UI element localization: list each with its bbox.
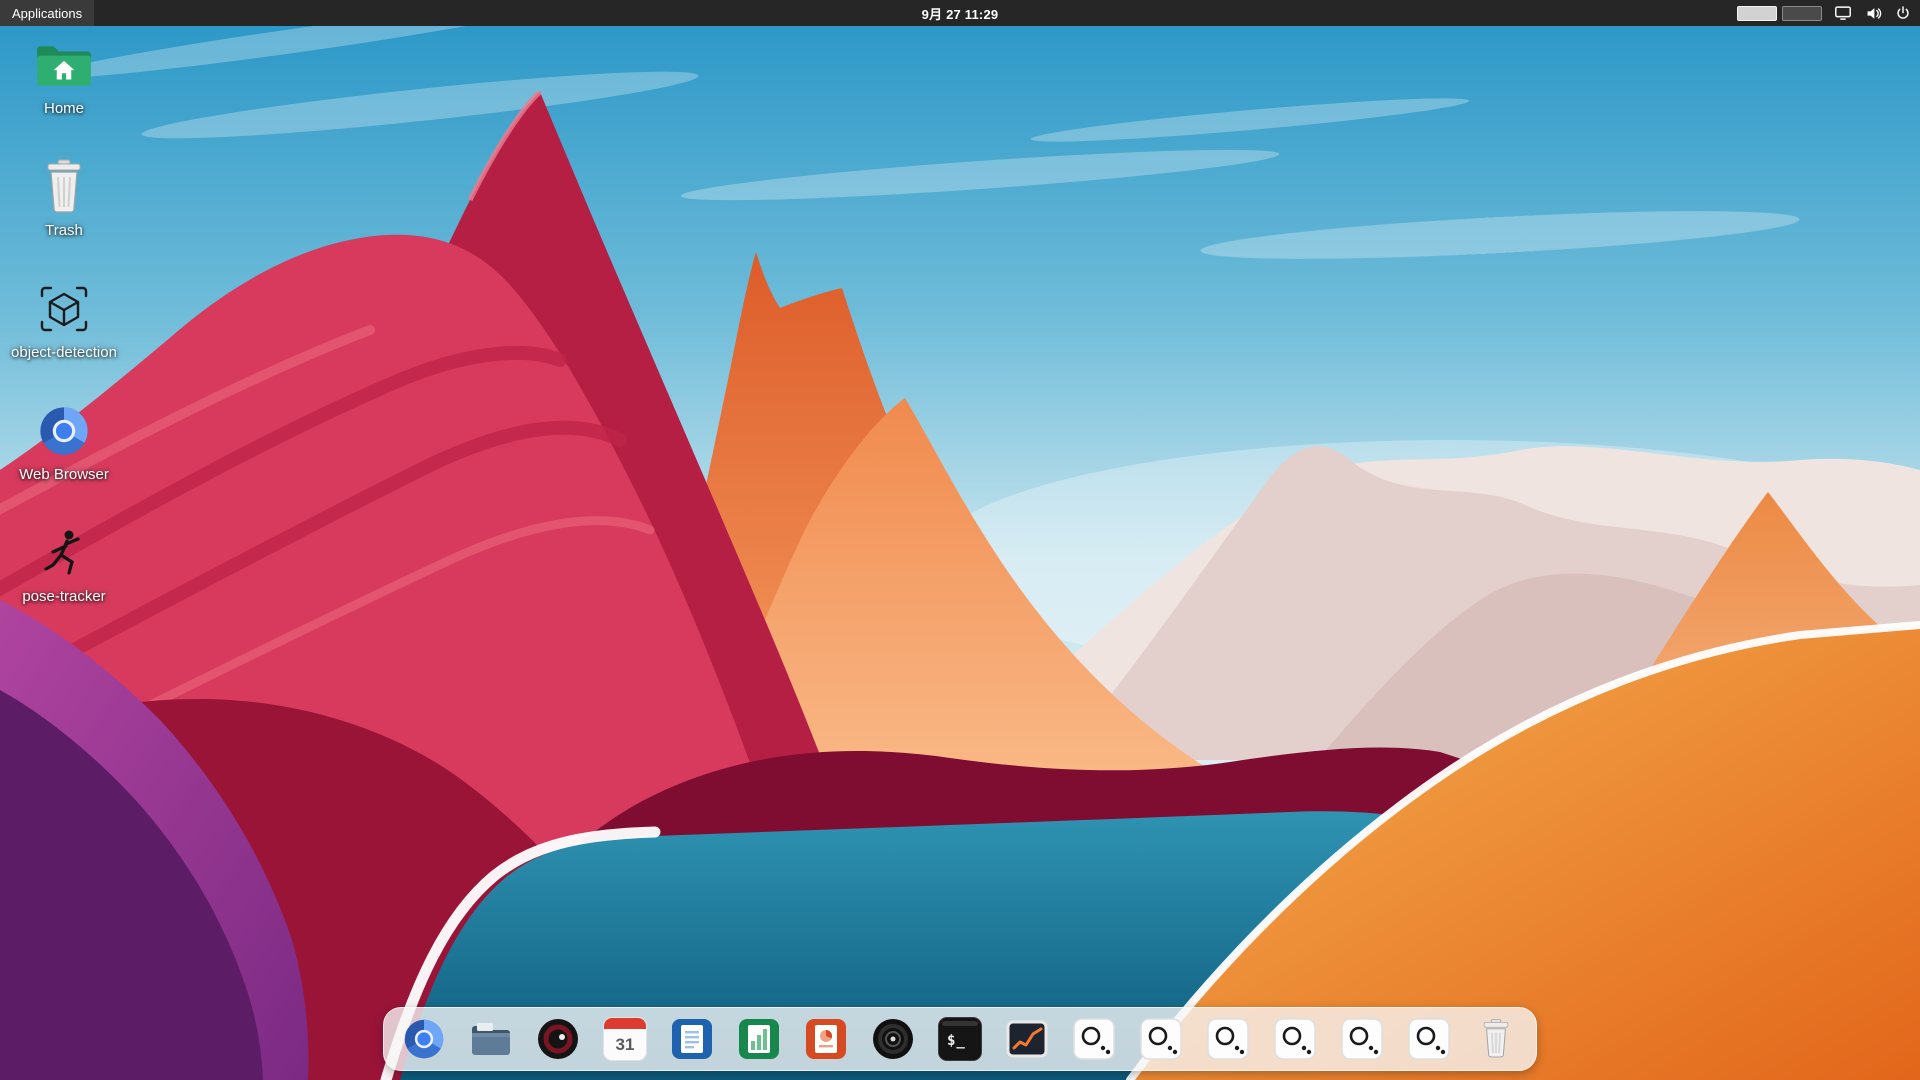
wallpaper — [0, 0, 1920, 1080]
top-panel: Applications 9月 27 11:29 — [0, 0, 1920, 26]
dock: 31 — [383, 1007, 1537, 1071]
dock-item-terminal[interactable]: $_ — [938, 1017, 982, 1061]
dock-item-webapp-5[interactable] — [1340, 1017, 1384, 1061]
volume-icon[interactable] — [1864, 4, 1882, 22]
home-folder-icon — [35, 34, 93, 96]
panel-clock[interactable]: 9月 27 11:29 — [922, 4, 999, 23]
desktop-icon-trash[interactable]: Trash — [4, 156, 124, 239]
dock-item-calendar[interactable]: 31 — [603, 1017, 647, 1061]
desktop-icon-web-browser[interactable]: Web Browser — [4, 400, 124, 483]
terminal-icon: $_ — [938, 1017, 982, 1061]
desktop-icon-label: object-detection — [11, 344, 117, 361]
terminal-prompt: $_ — [947, 1033, 966, 1049]
power-icon[interactable] — [1894, 4, 1912, 22]
desktop-icon-label: Home — [44, 100, 84, 117]
terminal-titlebar — [942, 1021, 978, 1026]
dock-item-webapp-1[interactable] — [1072, 1017, 1116, 1061]
calendar-icon: 31 — [603, 1017, 647, 1061]
dock-item-system-monitor[interactable] — [1005, 1017, 1049, 1061]
desktop-icon-label: Web Browser — [19, 466, 109, 483]
desktop-icon-label: Trash — [45, 222, 83, 239]
dock-item-disc-player[interactable] — [871, 1017, 915, 1061]
calendar-day: 31 — [604, 1029, 646, 1060]
dock-item-webapp-6[interactable] — [1407, 1017, 1451, 1061]
panel-tray — [1737, 0, 1920, 26]
dock-item-webapp-4[interactable] — [1273, 1017, 1317, 1061]
display-icon[interactable] — [1834, 4, 1852, 22]
dock-item-media-player[interactable] — [536, 1017, 580, 1061]
applications-menu-button[interactable]: Applications — [0, 0, 94, 26]
trash-icon — [40, 156, 88, 218]
workspace-2[interactable] — [1782, 6, 1822, 21]
dock-item-file-manager[interactable] — [469, 1017, 513, 1061]
chromium-icon — [37, 400, 91, 462]
applications-menu-label: Applications — [12, 6, 82, 21]
dock-item-libreoffice-writer[interactable] — [670, 1017, 714, 1061]
desktop-icon-pose-tracker[interactable]: pose-tracker — [4, 522, 124, 605]
dock-item-webapp-3[interactable] — [1206, 1017, 1250, 1061]
desktop-icon-object-detection[interactable]: object-detection — [4, 278, 124, 361]
calendar-header — [604, 1018, 646, 1029]
dock-item-chromium[interactable] — [402, 1017, 446, 1061]
workspace-switcher[interactable] — [1737, 6, 1822, 21]
dock-item-libreoffice-impress[interactable] — [804, 1017, 848, 1061]
pose-tracker-icon — [36, 522, 92, 584]
desktop-icon-home[interactable]: Home — [4, 34, 124, 117]
workspace-1[interactable] — [1737, 6, 1777, 21]
dock-item-libreoffice-calc[interactable] — [737, 1017, 781, 1061]
dock-item-webapp-2[interactable] — [1139, 1017, 1183, 1061]
desktop-icon-label: pose-tracker — [22, 588, 105, 605]
dock-item-trash[interactable] — [1474, 1017, 1518, 1061]
object-detection-icon — [36, 278, 92, 340]
